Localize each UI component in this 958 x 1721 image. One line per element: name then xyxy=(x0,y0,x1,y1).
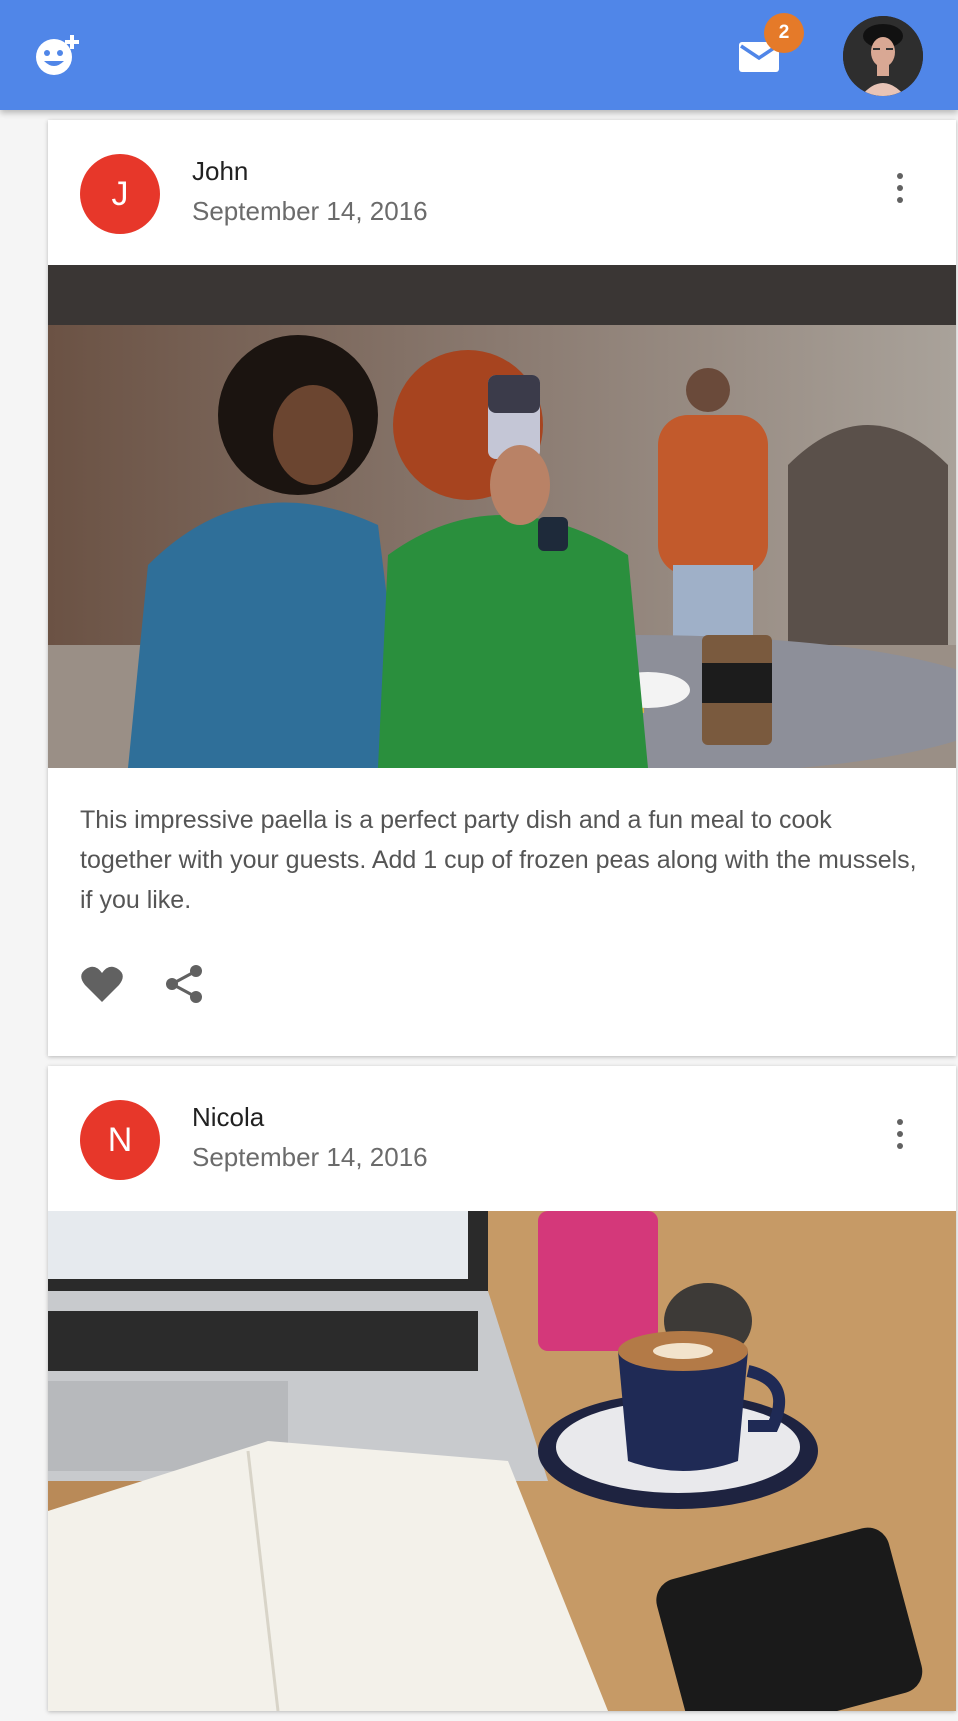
favorite-icon[interactable] xyxy=(80,964,124,1004)
more-options-icon[interactable] xyxy=(880,162,920,214)
post-body-text: This impressive paella is a perfect part… xyxy=(80,806,917,914)
author-avatar[interactable]: N xyxy=(80,1100,160,1180)
post-card: J John September 14, 2016 This impressiv… xyxy=(48,120,956,1056)
post-header: N Nicola September 14, 2016 xyxy=(48,1066,956,1211)
post-date: September 14, 2016 xyxy=(192,1142,428,1172)
post-actions xyxy=(48,928,956,1056)
user-profile-avatar[interactable] xyxy=(843,16,923,96)
post-date: September 14, 2016 xyxy=(192,196,428,226)
more-options-icon[interactable] xyxy=(880,1108,920,1160)
post-image xyxy=(48,265,956,768)
mail-badge: 2 xyxy=(764,13,804,53)
post-feed: J John September 14, 2016 This impressiv… xyxy=(48,120,956,1721)
author-name: Nicola xyxy=(192,1102,265,1132)
add-reaction-icon[interactable] xyxy=(34,33,84,77)
post-card: N Nicola September 14, 2016 xyxy=(48,1066,956,1711)
app-bar: 2 xyxy=(0,0,958,110)
share-icon[interactable] xyxy=(164,964,204,1004)
author-avatar[interactable]: J xyxy=(80,154,160,234)
post-header: J John September 14, 2016 xyxy=(48,120,956,265)
profile-portrait-image xyxy=(843,16,923,96)
author-name: John xyxy=(192,156,249,186)
post-image xyxy=(48,1211,956,1711)
